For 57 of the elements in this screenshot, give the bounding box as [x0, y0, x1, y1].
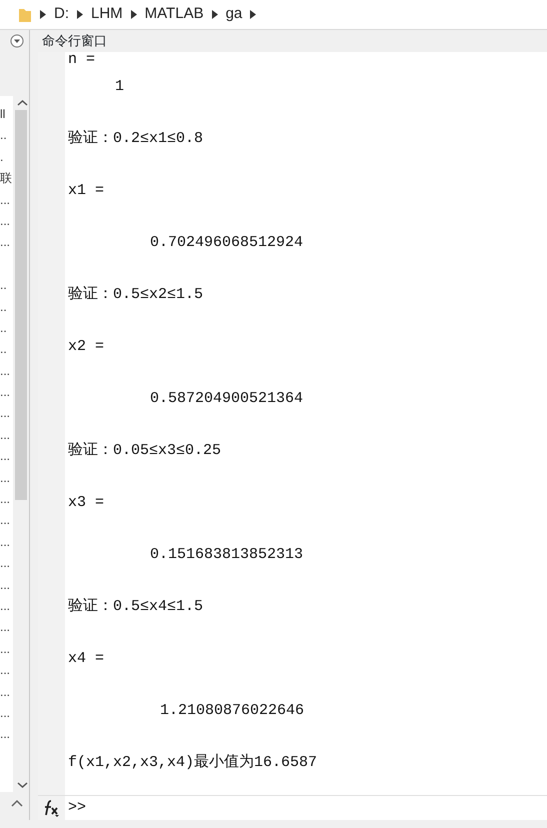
output-line: x1 = [68, 182, 104, 199]
list-item[interactable]: .. [0, 320, 7, 335]
output-line: f(x1,x2,x3,x4)最小值为16.6587 [68, 754, 318, 771]
list-item[interactable]: ... [0, 706, 10, 720]
scroll-thumb[interactable] [15, 110, 27, 500]
arrow-icon[interactable] [212, 10, 218, 19]
output-line: n = [68, 52, 96, 68]
list-item[interactable]: ... [0, 598, 10, 613]
list-item[interactable]: ll [0, 107, 6, 121]
output-line: x2 = [68, 338, 104, 355]
output-line: x3 = [68, 494, 104, 511]
output-line: x4 = [68, 650, 104, 667]
folder-icon [18, 6, 32, 22]
arrow-icon[interactable] [77, 10, 83, 19]
list-item[interactable]: ... [0, 406, 10, 420]
list-item[interactable]: ... [0, 578, 10, 592]
list-item[interactable]: .. [0, 300, 7, 314]
list-item[interactable]: ... [0, 449, 10, 464]
output-line: 1.21080876022646 [160, 702, 304, 719]
list-item[interactable]: ... [0, 513, 10, 528]
breadcrumb-item[interactable]: ga [226, 3, 242, 26]
list-item[interactable]: ... [0, 385, 10, 400]
list-item[interactable]: ... [0, 684, 10, 699]
list-item[interactable]: . [0, 150, 4, 164]
breadcrumb-item[interactable]: LHM [91, 3, 123, 26]
output-line: 验证：0.5≤x2≤1.5 [68, 286, 204, 303]
list-item[interactable]: 联 [0, 171, 12, 186]
arrow-icon[interactable] [250, 10, 256, 19]
list-item[interactable]: ... [0, 492, 10, 506]
list-item[interactable]: ... [0, 235, 10, 250]
list-item[interactable]: ... [0, 192, 10, 207]
output-line: 验证：0.05≤x3≤0.25 [68, 442, 222, 459]
list-item[interactable]: .. [0, 342, 7, 356]
output-line: 验证：0.2≤x1≤0.8 [68, 130, 204, 147]
output-line: 0.151683813852313 [150, 546, 304, 563]
output-line: 0.702496068512924 [150, 234, 304, 251]
command-prompt[interactable]: >> [65, 796, 86, 820]
output-line: 验证：0.5≤x4≤1.5 [68, 598, 204, 615]
arrow-icon[interactable] [130, 10, 137, 19]
breadcrumb-item[interactable]: MATLAB [144, 3, 204, 26]
list-item[interactable]: ... [0, 663, 10, 678]
list-item[interactable]: ... [0, 214, 10, 228]
arrow-icon[interactable] [40, 10, 46, 19]
list-item[interactable]: ... [0, 642, 10, 656]
dropdown-icon[interactable] [10, 34, 24, 48]
output-line: 1 [115, 78, 124, 95]
list-item[interactable]: ... [0, 470, 10, 485]
list-item[interactable]: ... [0, 364, 10, 378]
list-item[interactable]: ... [0, 727, 10, 742]
output-line: 0.587204900521364 [150, 390, 304, 407]
breadcrumb-item[interactable]: D: [54, 3, 69, 26]
list-item[interactable]: ... [0, 534, 10, 549]
list-item[interactable]: .. [0, 278, 7, 292]
list-item[interactable]: .. [0, 128, 7, 142]
list-item[interactable]: ... [0, 428, 10, 442]
list-item[interactable]: ... [0, 620, 10, 634]
list-item[interactable]: ... [0, 556, 10, 570]
